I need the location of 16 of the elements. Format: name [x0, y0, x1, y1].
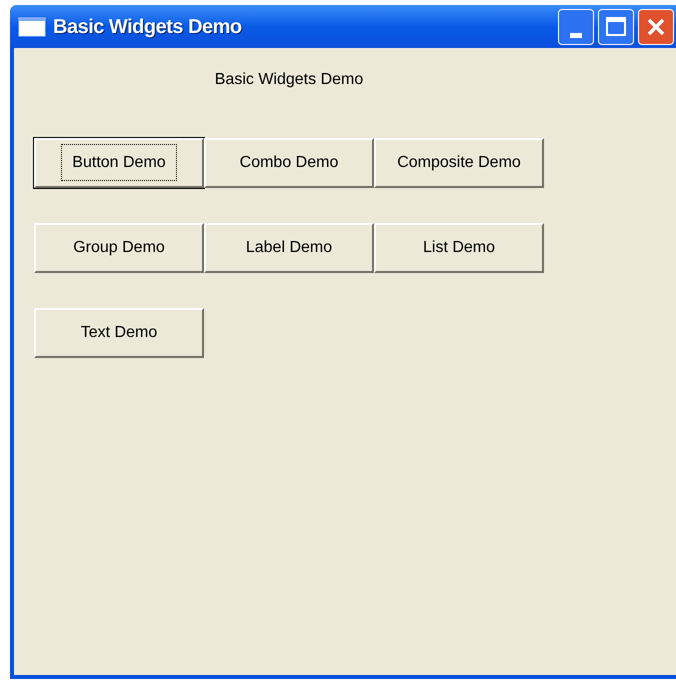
minimize-icon — [570, 32, 582, 38]
close-button[interactable] — [638, 8, 674, 44]
close-icon — [646, 16, 666, 36]
minimize-button[interactable] — [558, 8, 594, 44]
demo-button[interactable]: Combo Demo — [204, 138, 374, 188]
window-title: Basic Widgets Demo — [53, 14, 242, 40]
heading-label: Basic Widgets Demo — [214, 70, 364, 90]
demo-button[interactable]: Group Demo — [34, 223, 204, 273]
window-icon — [18, 16, 46, 36]
maximize-icon — [606, 17, 626, 36]
demo-button[interactable]: Text Demo — [34, 308, 204, 358]
demo-button[interactable]: List Demo — [374, 223, 544, 273]
demo-button[interactable]: Button Demo — [34, 138, 204, 188]
maximize-button[interactable] — [598, 8, 634, 44]
demo-button[interactable]: Label Demo — [204, 223, 374, 273]
demo-button[interactable]: Composite Demo — [374, 138, 544, 188]
